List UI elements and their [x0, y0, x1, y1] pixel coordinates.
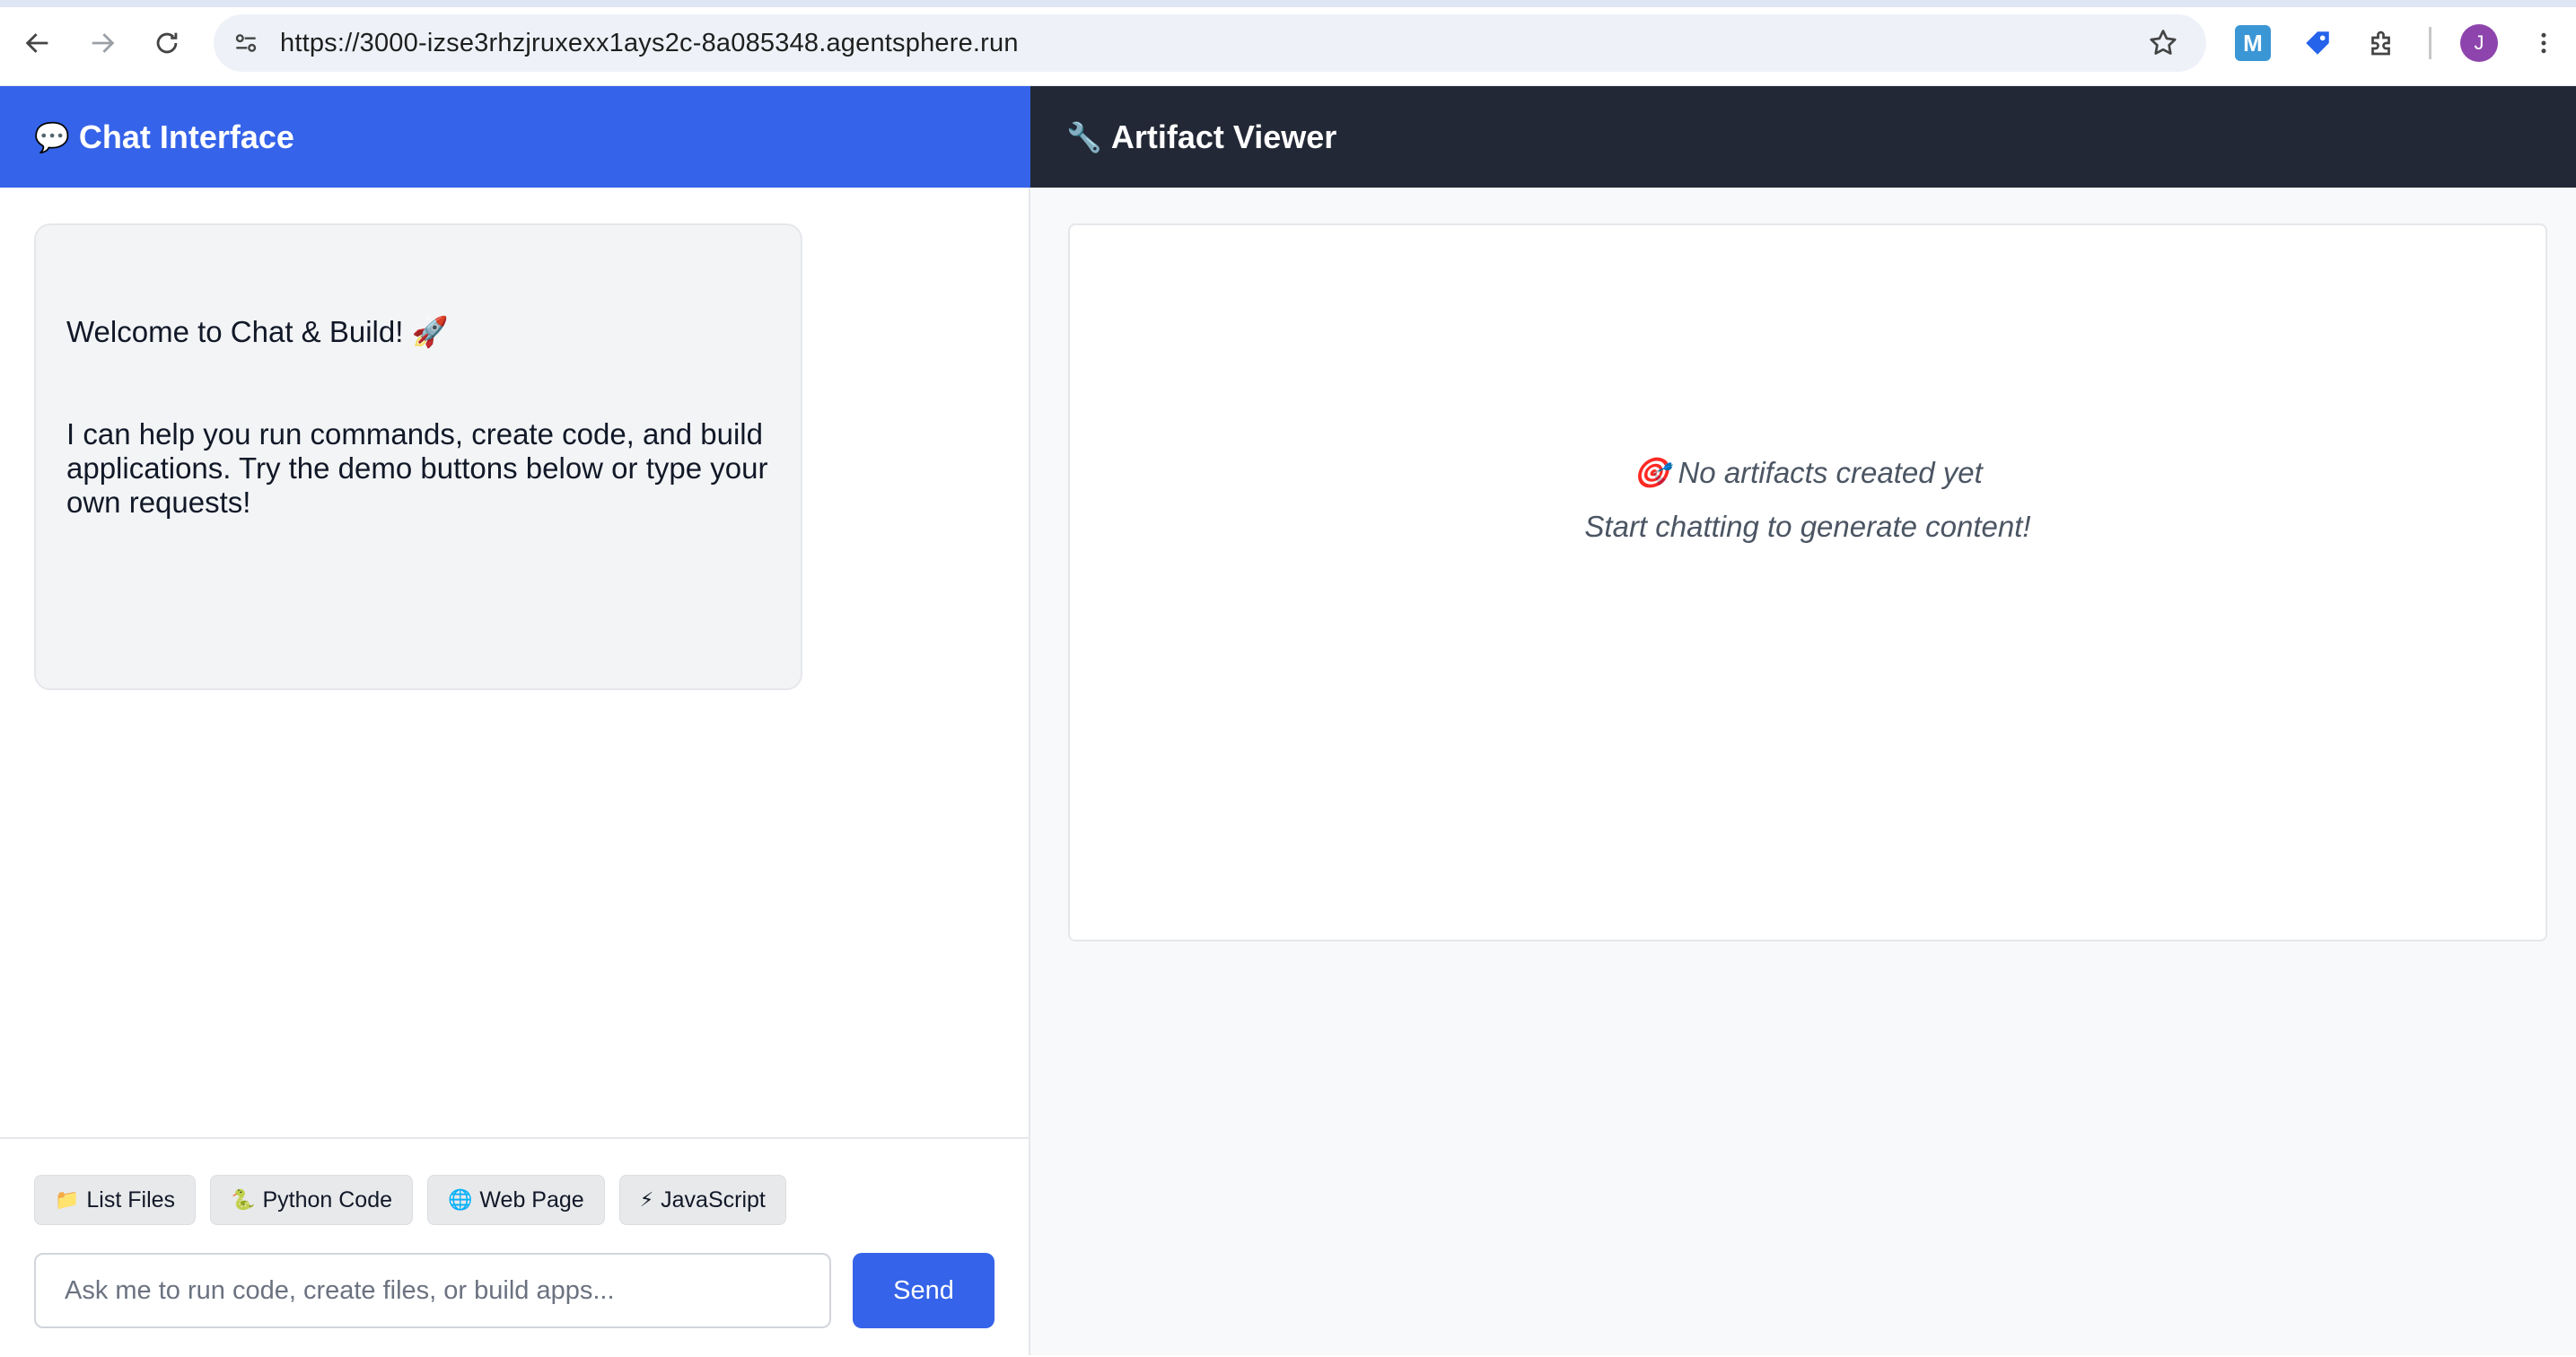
empty-state: 🎯 No artifacts created yet Start chattin… [1070, 446, 2545, 554]
welcome-body: I can help you run commands, create code… [66, 417, 768, 519]
back-button[interactable] [18, 23, 57, 63]
python-code-button[interactable]: 🐍 Python Code [210, 1175, 413, 1225]
chat-header: 💬 Chat Interface [0, 86, 1030, 188]
artifact-header: 🔧 Artifact Viewer [1030, 86, 2576, 188]
artifact-title: Artifact Viewer [1110, 118, 1337, 155]
button-label: JavaScript [661, 1186, 766, 1213]
button-label: Python Code [262, 1186, 392, 1213]
reload-icon [156, 32, 178, 54]
back-arrow-icon [25, 33, 48, 53]
profile-avatar[interactable]: J [2460, 24, 2498, 62]
javascript-button[interactable]: ⚡ JavaScript [618, 1175, 786, 1225]
artifact-viewer: 🎯 No artifacts created yet Start chattin… [1068, 223, 2547, 941]
url-text[interactable]: https://3000-izse3rhzjruxexx1ays2c-8a085… [280, 14, 1019, 72]
welcome-title: Welcome to Chat & Build! 🚀 [66, 315, 449, 348]
globe-icon: 🌐 [448, 1188, 473, 1211]
address-bar[interactable]: https://3000-izse3rhzjruxexx1ays2c-8a085… [214, 14, 2206, 72]
reload-button[interactable] [147, 23, 187, 63]
snake-icon: 🐍 [231, 1188, 256, 1211]
button-label: Web Page [479, 1186, 584, 1213]
empty-state-title-row: 🎯 No artifacts created yet [1070, 446, 2545, 500]
web-page-button[interactable]: 🌐 Web Page [427, 1175, 605, 1225]
demo-buttons: 📁 List Files 🐍 Python Code 🌐 Web Page ⚡ … [34, 1175, 786, 1225]
speech-bubble-icon: 💬 [34, 120, 70, 153]
chat-title: Chat Interface [78, 118, 294, 155]
list-files-button[interactable]: 📁 List Files [34, 1175, 197, 1225]
site-settings-icon[interactable] [232, 29, 260, 57]
extensions-puzzle-icon[interactable] [2364, 25, 2400, 61]
send-button[interactable]: Send [853, 1253, 994, 1328]
extension-m-icon[interactable]: M [2235, 25, 2271, 61]
forward-button[interactable] [83, 23, 122, 63]
target-icon: 🎯 [1633, 456, 1670, 489]
button-label: List Files [86, 1186, 176, 1213]
forward-arrow-icon [92, 33, 115, 53]
wrench-icon: 🔧 [1066, 120, 1102, 153]
browser-toolbar: https://3000-izse3rhzjruxexx1ays2c-8a085… [0, 0, 2576, 86]
bookmark-star-icon[interactable] [2147, 27, 2179, 59]
extension-tag-icon[interactable] [2300, 25, 2335, 61]
chat-message-input[interactable] [34, 1253, 831, 1328]
browser-menu-icon[interactable] [2526, 25, 2562, 61]
toolbar-divider [2429, 27, 2431, 59]
chat-panel: 💬 Chat Interface Welcome to Chat & Build… [0, 86, 1030, 1357]
chat-input-area: 📁 List Files 🐍 Python Code 🌐 Web Page ⚡ … [0, 1137, 1029, 1357]
folder-icon: 📁 [55, 1188, 80, 1211]
empty-state-title: No artifacts created yet [1678, 456, 1983, 489]
welcome-message: Welcome to Chat & Build! 🚀 I can help yo… [34, 223, 802, 690]
artifact-panel: 🔧 Artifact Viewer 🎯 No artifacts created… [1030, 86, 2576, 1355]
lightning-icon: ⚡ [639, 1188, 654, 1211]
empty-state-subtitle: Start chatting to generate content! [1584, 510, 2031, 543]
